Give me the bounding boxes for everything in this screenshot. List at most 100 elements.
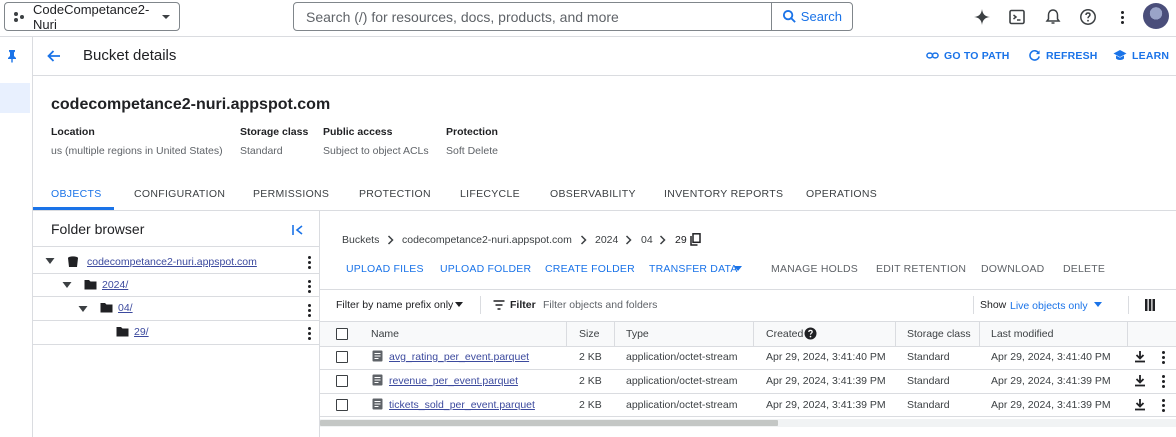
meta-value-protection: Soft Delete xyxy=(446,145,498,157)
cloud-shell-icon[interactable] xyxy=(1007,7,1027,27)
column-header-last-modified[interactable]: Last modified xyxy=(991,328,1053,340)
more-vert-icon[interactable] xyxy=(1161,375,1165,388)
show-filter-dropdown[interactable]: Live objects only xyxy=(1010,300,1088,312)
download-icon[interactable] xyxy=(1134,350,1146,363)
folder-browser-divider xyxy=(33,246,319,247)
row-checkbox[interactable] xyxy=(336,351,348,363)
column-header-storage-class[interactable]: Storage class xyxy=(907,328,971,340)
tab-protection[interactable]: PROTECTION xyxy=(359,188,431,200)
file-size: 2 KB xyxy=(579,375,602,387)
more-vert-icon[interactable] xyxy=(1161,351,1165,364)
meta-value-public-access: Subject to object ACLs xyxy=(323,145,429,157)
more-vert-icon[interactable] xyxy=(307,304,311,317)
upload-folder-button[interactable]: UPLOAD FOLDER xyxy=(440,263,531,275)
filter-label: Filter xyxy=(510,299,536,311)
tree-item-bucket[interactable]: codecompetance2-nuri.appspot.com xyxy=(87,256,257,268)
left-rail-divider xyxy=(32,37,33,437)
search-button[interactable]: Search xyxy=(770,3,852,30)
copy-icon[interactable] xyxy=(690,233,701,246)
show-divider xyxy=(973,296,974,314)
column-display-icon[interactable] xyxy=(1145,299,1155,311)
more-vert-icon[interactable] xyxy=(1161,399,1165,412)
expand-arrow-icon[interactable] xyxy=(45,257,55,265)
chevron-down-icon xyxy=(734,266,742,271)
chevron-down-icon xyxy=(161,12,171,22)
meta-label-protection: Protection xyxy=(446,126,498,138)
header-divider xyxy=(33,75,1176,76)
breadcrumb-buckets[interactable]: Buckets xyxy=(342,234,379,246)
breadcrumb-04[interactable]: 04 xyxy=(641,234,653,246)
tab-configuration[interactable]: CONFIGURATION xyxy=(134,188,225,200)
download-button[interactable]: DOWNLOAD xyxy=(981,263,1044,275)
file-name-link[interactable]: avg_rating_per_event.parquet xyxy=(389,351,529,363)
horizontal-scrollbar[interactable] xyxy=(320,420,778,426)
file-icon xyxy=(372,398,383,410)
meta-label-location: Location xyxy=(51,126,95,138)
learn-label: LEARN xyxy=(1132,49,1170,62)
column-header-name[interactable]: Name xyxy=(371,328,399,340)
refresh-label: REFRESH xyxy=(1046,49,1098,62)
row-checkbox[interactable] xyxy=(336,399,348,411)
expand-arrow-icon[interactable] xyxy=(78,305,88,313)
tab-lifecycle[interactable]: LIFECYCLE xyxy=(460,188,520,200)
chevron-down-icon xyxy=(455,302,463,307)
notifications-bell-icon[interactable] xyxy=(1043,7,1063,27)
gemini-sparkle-icon[interactable] xyxy=(972,7,992,27)
meta-value-storage-class: Standard xyxy=(240,145,283,157)
tab-observability[interactable]: OBSERVABILITY xyxy=(550,188,636,200)
row-checkbox[interactable] xyxy=(336,375,348,387)
column-separator xyxy=(895,322,896,346)
tree-divider xyxy=(33,273,319,274)
file-name-link[interactable]: tickets_sold_per_event.parquet xyxy=(389,399,535,411)
column-header-type[interactable]: Type xyxy=(626,328,649,340)
tree-item-2024[interactable]: 2024/ xyxy=(102,279,128,291)
project-picker[interactable]: CodeCompetance2-Nuri xyxy=(4,2,180,32)
download-icon[interactable] xyxy=(1134,398,1146,411)
breadcrumb-2024[interactable]: 2024 xyxy=(595,234,618,246)
file-name-link[interactable]: revenue_per_event.parquet xyxy=(389,375,518,387)
column-header-size[interactable]: Size xyxy=(579,328,599,340)
collapse-panel-icon[interactable] xyxy=(291,223,305,237)
more-vert-icon[interactable] xyxy=(307,327,311,340)
search-input[interactable] xyxy=(294,3,771,30)
help-icon[interactable] xyxy=(1078,7,1098,27)
more-vert-icon[interactable] xyxy=(1112,7,1132,27)
select-all-checkbox[interactable] xyxy=(336,328,348,340)
tree-item-04[interactable]: 04/ xyxy=(118,302,133,314)
tree-divider xyxy=(33,320,319,321)
filter-prefix-dropdown[interactable]: Filter by name prefix only xyxy=(336,299,453,311)
link-icon xyxy=(926,49,939,62)
column-header-created[interactable]: Created xyxy=(766,328,803,340)
create-folder-button[interactable]: CREATE FOLDER xyxy=(545,263,635,275)
more-vert-icon[interactable] xyxy=(307,256,311,269)
manage-holds-button[interactable]: MANAGE HOLDS xyxy=(771,263,858,275)
breadcrumb-bucket[interactable]: codecompetance2-nuri.appspot.com xyxy=(402,234,572,246)
file-icon xyxy=(372,350,383,362)
help-icon[interactable] xyxy=(804,327,817,340)
tab-inventory-reports[interactable]: INVENTORY REPORTS xyxy=(664,188,783,200)
back-arrow-icon[interactable] xyxy=(46,48,62,64)
avatar[interactable] xyxy=(1143,3,1169,29)
tab-permissions[interactable]: PERMISSIONS xyxy=(253,188,329,200)
transfer-data-button[interactable]: TRANSFER DATA xyxy=(649,263,738,275)
tab-operations[interactable]: OPERATIONS xyxy=(806,188,877,200)
delete-button[interactable]: DELETE xyxy=(1063,263,1105,275)
download-icon[interactable] xyxy=(1134,374,1146,387)
refresh-button[interactable]: REFRESH xyxy=(1028,49,1098,62)
filter-input[interactable]: Filter objects and folders xyxy=(543,299,657,311)
page-title: Bucket details xyxy=(83,47,177,64)
tree-item-29[interactable]: 29/ xyxy=(134,326,149,338)
file-storage-class: Standard xyxy=(907,351,950,363)
go-to-path-button[interactable]: GO TO PATH xyxy=(926,49,1010,62)
tab-objects[interactable]: OBJECTS xyxy=(51,188,102,200)
edit-retention-button[interactable]: EDIT RETENTION xyxy=(876,263,966,275)
pin-icon[interactable] xyxy=(6,49,18,63)
upload-files-button[interactable]: UPLOAD FILES xyxy=(346,263,424,275)
expand-arrow-icon[interactable] xyxy=(62,281,72,289)
filter-divider xyxy=(480,296,481,314)
rail-item-active[interactable] xyxy=(0,83,30,113)
more-vert-icon[interactable] xyxy=(307,280,311,293)
learn-button[interactable]: LEARN xyxy=(1113,49,1169,62)
chevron-right-icon xyxy=(387,235,394,245)
folder-browser-title: Folder browser xyxy=(51,221,145,237)
